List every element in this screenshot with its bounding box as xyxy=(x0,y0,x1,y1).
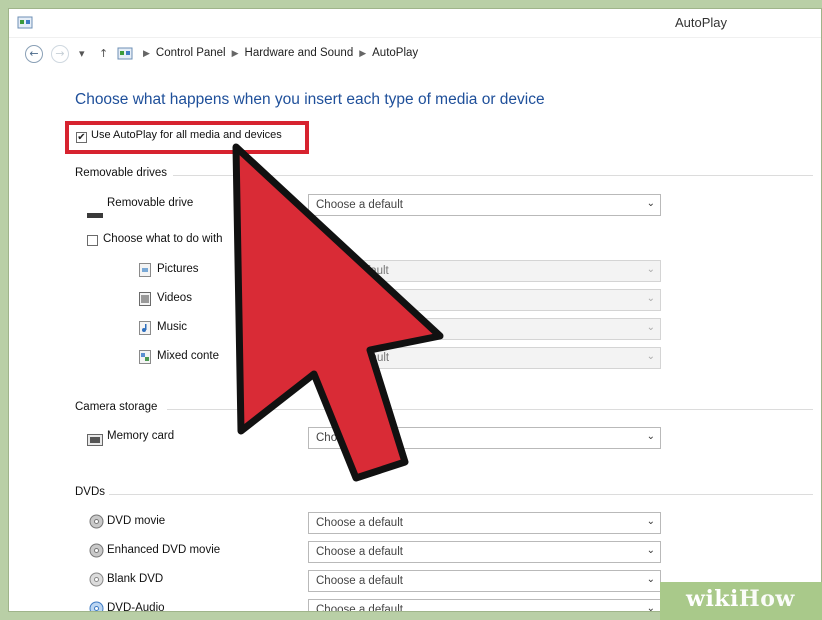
watermark: wikiHow xyxy=(660,582,822,620)
pointer-arrow-icon xyxy=(232,143,444,482)
watermark-logo: wikiHow xyxy=(686,586,795,612)
